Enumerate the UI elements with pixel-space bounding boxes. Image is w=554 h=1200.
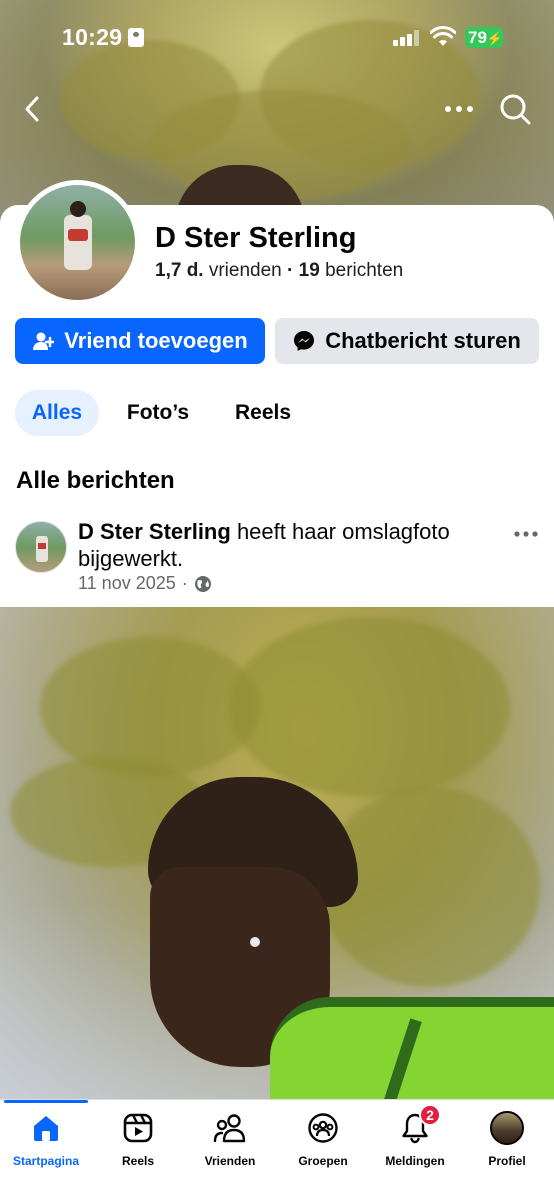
tab-home-label: Startpagina bbox=[12, 1154, 79, 1168]
tab-reels[interactable]: Reels bbox=[220, 390, 306, 436]
tab-groups[interactable]: Groepen bbox=[277, 1110, 369, 1174]
bottom-tab-bar: Startpagina Reels Vrienden Groepen 2 Mel… bbox=[0, 1099, 554, 1200]
tab-profile[interactable]: Profiel bbox=[461, 1110, 553, 1174]
reels-icon bbox=[123, 1113, 153, 1143]
tab-notifications[interactable]: 2 Meldingen bbox=[369, 1104, 461, 1174]
tab-photos[interactable]: Foto’s bbox=[112, 390, 204, 436]
cellular-signal-icon bbox=[393, 30, 419, 46]
globe-icon bbox=[194, 575, 211, 592]
friends-icon bbox=[213, 1114, 246, 1143]
notification-count-badge: 2 bbox=[419, 1104, 441, 1126]
post-meta: 11 nov 2025 · bbox=[78, 573, 212, 594]
battery-indicator: 79⚡ bbox=[465, 27, 503, 48]
post-photo[interactable] bbox=[0, 607, 554, 1099]
send-message-button[interactable]: Chatbericht sturen bbox=[275, 318, 539, 364]
battery-level: 79 bbox=[468, 28, 487, 47]
stats-separator: · bbox=[287, 260, 294, 281]
tab-notifications-label: Meldingen bbox=[385, 1154, 445, 1168]
profile-avatar-icon bbox=[490, 1111, 524, 1145]
active-tab-indicator bbox=[4, 1100, 88, 1103]
id-badge-icon bbox=[128, 28, 144, 47]
wifi-icon bbox=[430, 26, 456, 46]
back-icon[interactable] bbox=[18, 92, 50, 126]
posts-count: 19 bbox=[298, 260, 320, 281]
profile-name[interactable]: D Ster Sterling bbox=[155, 222, 356, 255]
tab-friends-label: Vrienden bbox=[204, 1154, 256, 1168]
more-options-icon[interactable] bbox=[443, 100, 475, 118]
posts-label: berichten bbox=[325, 260, 404, 281]
tab-profile-label: Profiel bbox=[488, 1154, 526, 1168]
tab-home[interactable]: Startpagina bbox=[0, 1110, 92, 1174]
friends-count[interactable]: 1,7 d. bbox=[155, 260, 204, 281]
profile-stats: 1,7 d. vrienden · 19 berichten bbox=[155, 260, 403, 282]
status-time: 10:29 bbox=[62, 24, 123, 50]
messenger-icon bbox=[294, 331, 315, 351]
post-date[interactable]: 11 nov 2025 bbox=[78, 573, 176, 594]
post-meta-separator: · bbox=[181, 573, 188, 593]
friends-label[interactable]: vrienden bbox=[209, 260, 282, 281]
post-author-avatar[interactable] bbox=[15, 521, 67, 573]
search-icon[interactable] bbox=[497, 91, 533, 127]
tab-reels-nav[interactable]: Reels bbox=[92, 1110, 184, 1174]
tab-friends[interactable]: Vrienden bbox=[184, 1110, 276, 1174]
add-person-icon bbox=[33, 332, 55, 350]
add-friend-label: Vriend toevoegen bbox=[64, 328, 248, 353]
profile-avatar[interactable] bbox=[15, 180, 140, 305]
post-header-text: D Ster Sterling heeft haar omslagfoto bi… bbox=[78, 518, 498, 572]
tab-groups-label: Groepen bbox=[298, 1154, 348, 1168]
home-icon bbox=[34, 1116, 58, 1141]
add-friend-button[interactable]: Vriend toevoegen bbox=[15, 318, 265, 364]
post-options-icon[interactable] bbox=[513, 530, 539, 538]
groups-icon bbox=[308, 1113, 338, 1143]
section-title: Alle berichten bbox=[16, 467, 175, 494]
status-bar: 10:29 79⚡ bbox=[0, 0, 554, 76]
post-author-name[interactable]: D Ster Sterling bbox=[78, 519, 231, 544]
tab-all[interactable]: Alles bbox=[15, 390, 99, 436]
tab-reels-label: Reels bbox=[121, 1154, 155, 1168]
send-message-label: Chatbericht sturen bbox=[325, 328, 521, 353]
